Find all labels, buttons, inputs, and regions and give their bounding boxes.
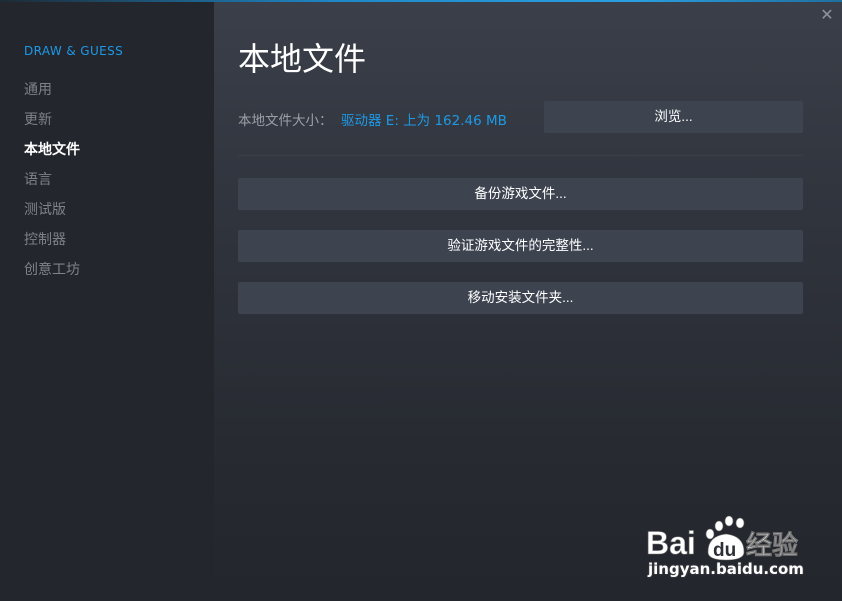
backup-game-files-button[interactable]: 备份游戏文件... (238, 178, 803, 210)
local-file-size-label: 本地文件大小： (238, 113, 333, 129)
sidebar-item-workshop[interactable]: 创意工坊 (24, 259, 80, 279)
sidebar-item-local-files[interactable]: 本地文件 (24, 139, 80, 159)
sidebar-item-betas[interactable]: 测试版 (24, 199, 66, 219)
watermark-brand-bai: Bai (646, 525, 696, 561)
sidebar-item-updates[interactable]: 更新 (24, 109, 52, 129)
browse-button[interactable]: 浏览... (544, 101, 803, 133)
baidu-jingyan-watermark: Bai du 经验 jingyan.baidu.com (646, 512, 806, 584)
watermark-url: jingyan.baidu.com (648, 560, 804, 578)
sidebar-item-controller[interactable]: 控制器 (24, 229, 66, 249)
verify-game-files-button[interactable]: 验证游戏文件的完整性... (238, 230, 803, 262)
baidu-logo-icon: Bai du 经验 (646, 515, 798, 561)
app-title: DRAW & GUESS (24, 44, 124, 58)
sidebar: DRAW & GUESS 通用 更新 本地文件 语言 测试版 控制器 创意工坊 (0, 2, 214, 601)
close-icon[interactable]: ✕ (818, 6, 836, 24)
page-title: 本地文件 (238, 40, 367, 78)
section-divider (238, 155, 803, 156)
sidebar-item-general[interactable]: 通用 (24, 79, 52, 99)
sidebar-item-language[interactable]: 语言 (24, 169, 52, 189)
local-file-size-value: 驱动器 E: 上为 162.46 MB (341, 113, 507, 129)
watermark-brand-jingyan: 经验 (746, 530, 798, 561)
move-install-folder-button[interactable]: 移动安装文件夹... (238, 282, 803, 314)
watermark-brand-du: du (713, 540, 736, 561)
